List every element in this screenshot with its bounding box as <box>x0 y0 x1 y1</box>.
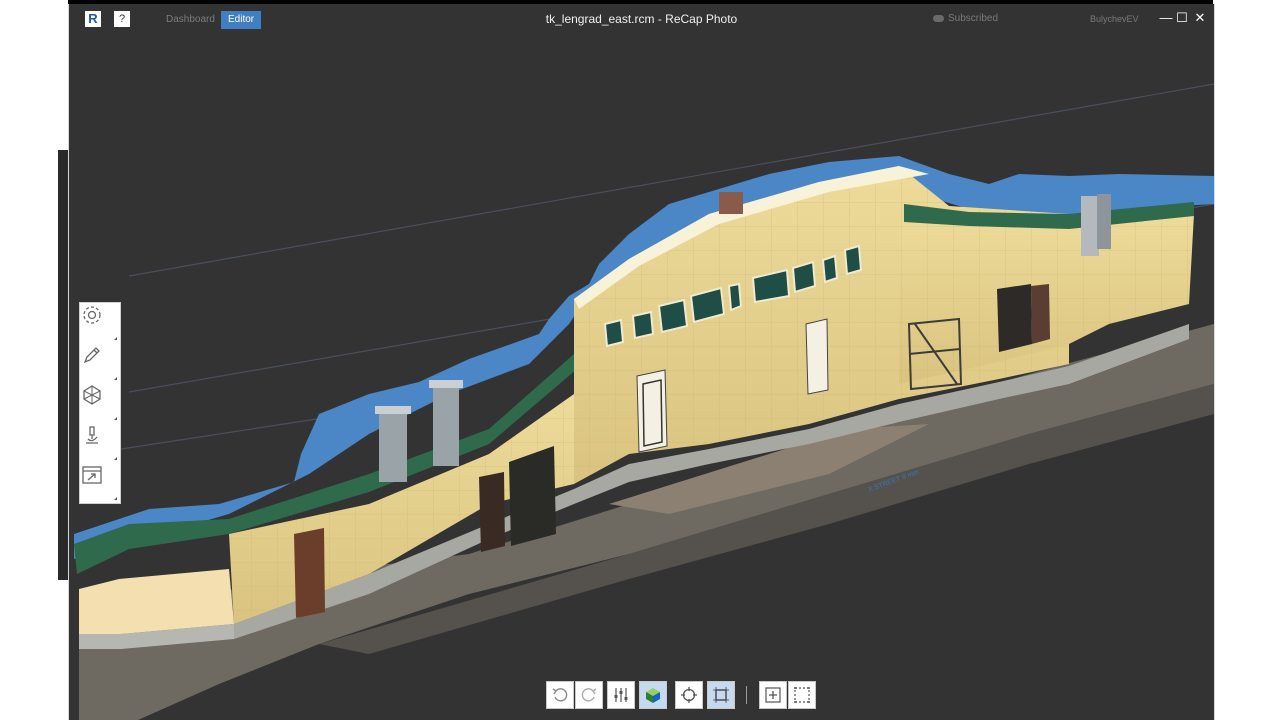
window-title: tk_lengrad_east.rcm - ReCap Photo <box>545 12 738 26</box>
title-bar: R ? Dashboard Editor tk_lengrad_east.rcm… <box>69 4 1214 34</box>
desktop-right-edge <box>1213 0 1280 720</box>
dashed-box-icon <box>794 687 810 703</box>
redo-icon <box>581 688 597 702</box>
maximize-button[interactable]: ☐ <box>1175 10 1189 26</box>
tool-expand-indicator <box>114 457 117 460</box>
pencil-icon <box>83 347 100 364</box>
tool-expand-indicator <box>114 377 117 380</box>
recap-photo-window: R ? Dashboard Editor tk_lengrad_east.rcm… <box>68 4 1215 720</box>
username[interactable]: BulychevEV <box>1090 14 1139 24</box>
sliders-icon <box>614 688 628 702</box>
tool-expand-indicator <box>114 497 117 500</box>
subscription-status[interactable]: Subscribed <box>933 13 998 24</box>
toolbar-separator <box>746 686 747 704</box>
photo-mesh-model: X STREET 8 mm <box>74 83 1214 720</box>
undo-icon <box>552 688 568 702</box>
edit-tool[interactable] <box>80 343 120 383</box>
adjust-button[interactable] <box>607 681 635 709</box>
settings-tool[interactable] <box>80 303 120 343</box>
close-button[interactable]: ✕ <box>1193 10 1207 26</box>
left-wall <box>79 569 234 634</box>
dashed-selection-button[interactable] <box>788 681 816 709</box>
add-selection-button[interactable] <box>759 681 787 709</box>
add-box-icon <box>765 687 781 703</box>
mesh-tool[interactable] <box>80 383 120 423</box>
cube-icon <box>646 688 660 703</box>
crosshair-icon <box>681 687 697 703</box>
gear-icon <box>83 306 101 324</box>
microscope-icon <box>86 426 98 444</box>
select-button[interactable] <box>707 681 735 709</box>
undo-button[interactable] <box>546 681 574 709</box>
vent-grille <box>719 192 743 214</box>
texture-button[interactable] <box>639 681 667 709</box>
desktop-left-edge <box>0 0 68 720</box>
tool-expand-indicator <box>114 417 117 420</box>
analyze-tool[interactable] <box>80 423 120 463</box>
export-tool[interactable] <box>80 463 120 503</box>
export-icon <box>82 466 102 484</box>
minimize-button[interactable]: — <box>1159 10 1173 26</box>
redo-button[interactable] <box>575 681 603 709</box>
subscription-label: Subscribed <box>948 13 999 24</box>
left-tool-panel <box>79 302 121 504</box>
tool-expand-indicator <box>114 337 117 340</box>
select-box-icon <box>713 687 729 703</box>
cloud-icon <box>933 14 944 22</box>
mesh-icon <box>83 385 101 405</box>
3d-viewport[interactable]: X STREET 8 mm <box>69 34 1214 720</box>
orbit-target-button[interactable] <box>675 681 703 709</box>
